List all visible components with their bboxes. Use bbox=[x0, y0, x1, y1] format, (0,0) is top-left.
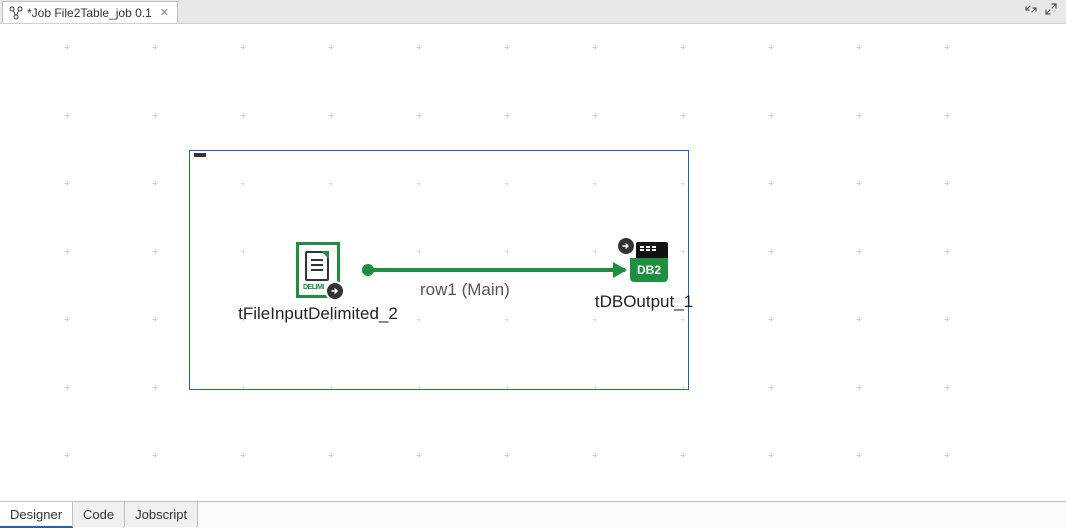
close-icon[interactable]: ✕ bbox=[160, 6, 169, 19]
subjob-collapse-handle[interactable] bbox=[194, 153, 206, 157]
design-canvas[interactable]: ++++++++++++++++++++++++++++++++++++++++… bbox=[0, 24, 1066, 501]
component-db-output[interactable]: DB2 tDBOutput_1 bbox=[564, 242, 724, 312]
maximize-icon[interactable] bbox=[1044, 2, 1058, 16]
file-input-delimited-icon: DELIMI bbox=[296, 242, 340, 298]
component-file-input[interactable]: DELIMI tFileInputDelimited_2 bbox=[224, 242, 412, 324]
db2-output-icon: DB2 bbox=[620, 242, 668, 286]
component-label: tDBOutput_1 bbox=[564, 292, 724, 312]
tab-designer[interactable]: Designer bbox=[0, 502, 73, 528]
tab-jobscript[interactable]: Jobscript bbox=[125, 502, 198, 527]
tab-code[interactable]: Code bbox=[73, 502, 125, 527]
job-flow-icon bbox=[9, 6, 23, 20]
component-label: tFileInputDelimited_2 bbox=[224, 304, 412, 324]
minimize-icon[interactable] bbox=[1024, 2, 1038, 16]
connection-label: row1 (Main) bbox=[420, 280, 510, 300]
editor-tab-title: *Job File2Table_job 0.1 bbox=[27, 6, 152, 20]
output-arrow-icon bbox=[325, 281, 345, 301]
input-arrow-icon bbox=[616, 236, 636, 256]
bottom-tab-bar: Designer Code Jobscript bbox=[0, 501, 1066, 527]
editor-tab-active[interactable]: *Job File2Table_job 0.1 ✕ bbox=[2, 1, 178, 23]
editor-tab-bar: *Job File2Table_job 0.1 ✕ bbox=[0, 0, 1066, 24]
